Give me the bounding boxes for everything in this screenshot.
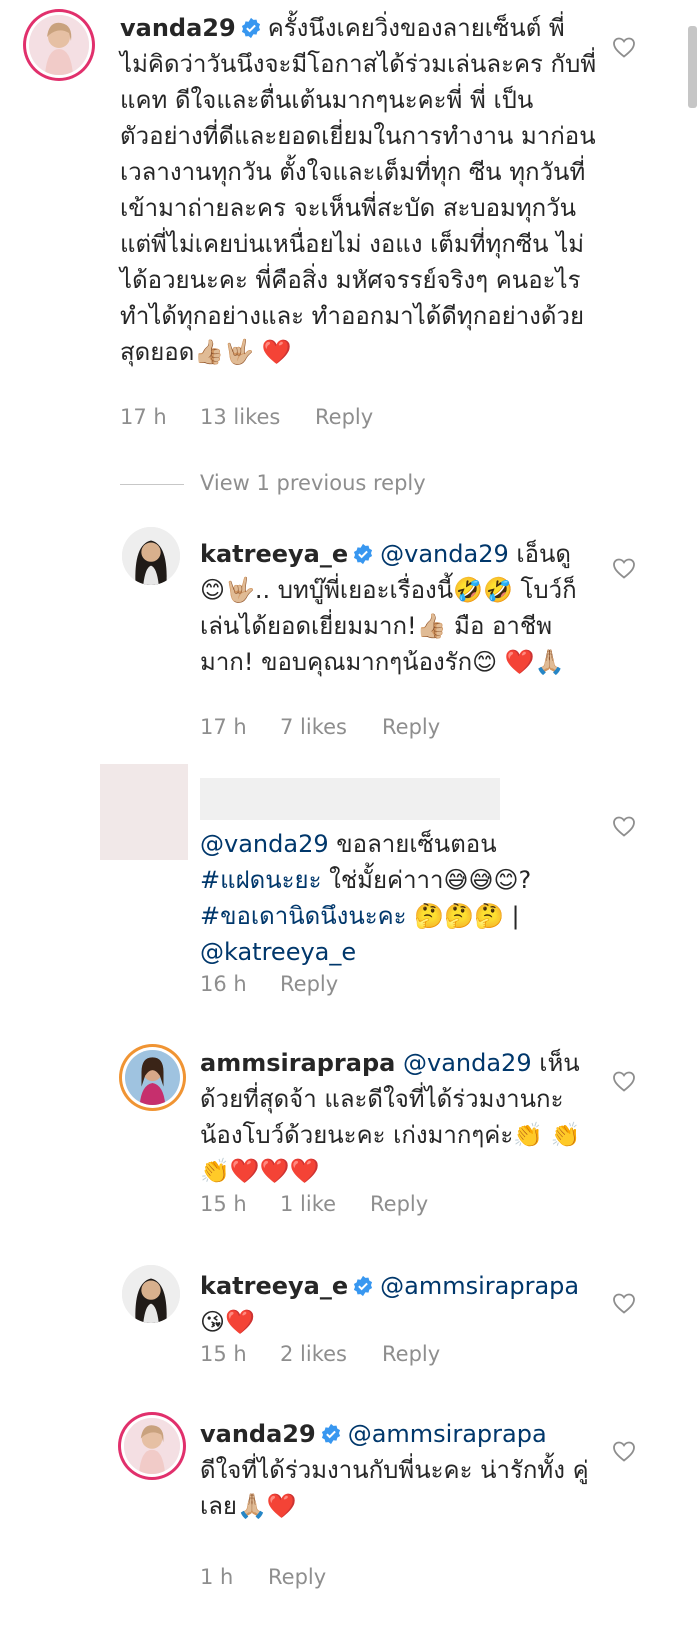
mention-link[interactable]: @vanda29 [380,540,509,568]
username[interactable]: vanda29 [200,1420,316,1448]
hashtag-link[interactable]: #ขอเดานิดนึงนะคะ [200,902,407,930]
username[interactable]: vanda29 [120,14,236,42]
heart-outline-icon[interactable] [612,1070,636,1092]
verified-badge-icon [354,543,373,565]
reply-button[interactable]: Reply [370,1192,428,1216]
comment-text: 😘❤️ [200,1308,255,1336]
like-count[interactable]: 13 likes [200,405,315,429]
reply-button[interactable]: Reply [382,1342,440,1366]
scrollbar[interactable] [688,26,697,108]
reply-button[interactable]: Reply [268,1565,326,1589]
redacted-username [200,778,500,820]
like-count[interactable]: 2 likes [280,1342,382,1366]
comment-time: 15 h [200,1342,247,1366]
verified-badge-icon [321,1423,340,1445]
heart-outline-icon[interactable] [612,1440,636,1462]
verified-badge-icon [241,17,260,39]
avatar[interactable] [122,527,180,585]
comment-time: 1 h [200,1565,234,1589]
reply-button[interactable]: Reply [280,972,338,996]
comment-text: ครั้งนึงเคยวิ่งของลายเซ็นต์ พี่ ไม่คิดว่… [120,14,597,366]
mention-link[interactable]: @ammsiraprapa [348,1420,547,1448]
like-count[interactable]: 1 like [280,1192,370,1216]
divider [120,484,184,485]
username[interactable]: ammsiraprapa [200,1049,395,1077]
comment-time: 17 h [120,405,167,429]
comment-time: 15 h [200,1192,247,1216]
mention-link[interactable]: @katreeya_e [200,938,356,966]
heart-outline-icon[interactable] [612,557,636,579]
hashtag-link[interactable]: #แฝดนะยะ [200,866,321,894]
comment-time: 16 h [200,972,247,996]
verified-badge-icon [354,1275,373,1297]
comment-text: ขอลายเซ็นตอน [336,830,497,858]
comment-text: ดีใจที่ได้ร่วมงานกับพี่นะคะ น่ารักทั้ง ค… [200,1456,589,1520]
reply-button[interactable]: Reply [382,715,440,739]
heart-outline-icon[interactable] [612,36,636,58]
heart-outline-icon[interactable] [612,815,636,837]
mention-link[interactable]: @vanda29 [403,1049,532,1077]
avatar[interactable] [124,1418,180,1474]
redacted-avatar [100,764,188,860]
username[interactable]: katreeya_e [200,540,348,568]
like-count[interactable]: 7 likes [280,715,382,739]
view-previous-replies-button[interactable]: View 1 previous reply [200,471,426,495]
comment-text-2: ใช่มั้ยค่าาา😅😅😊? [329,866,532,894]
mention-link[interactable]: @vanda29 [200,830,329,858]
heart-outline-icon[interactable] [612,1292,636,1314]
username[interactable]: katreeya_e [200,1272,348,1300]
mention-link[interactable]: @ammsiraprapa [380,1272,579,1300]
reply-button[interactable]: Reply [315,405,373,429]
avatar[interactable] [122,1265,180,1323]
comment-time: 17 h [200,715,247,739]
avatar[interactable] [29,15,89,75]
comment-text-3: 🤔🤔🤔 | [414,902,520,930]
avatar[interactable] [125,1050,180,1105]
